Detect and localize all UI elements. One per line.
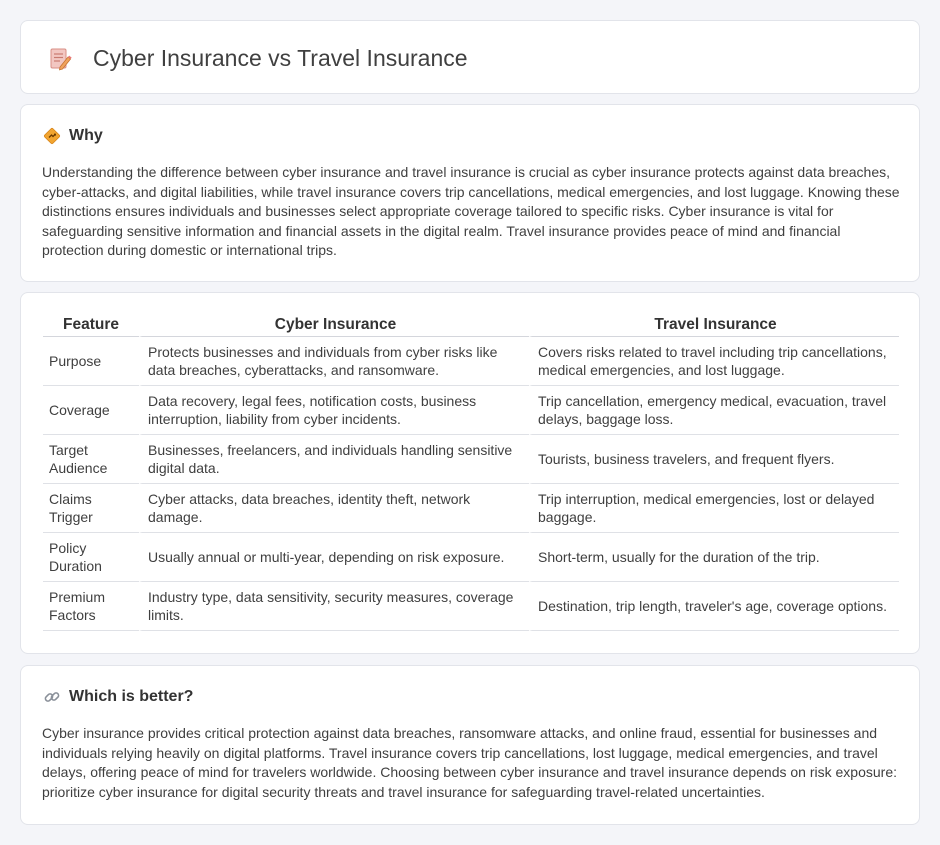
header-card: Cyber Insurance vs Travel Insurance — [20, 20, 920, 94]
better-heading-row: Which is better? — [43, 688, 193, 706]
cyber-cell: Protects businesses and individuals from… — [139, 337, 529, 386]
cyber-cell: Cyber attacks, data breaches, identity t… — [139, 484, 529, 533]
document-pencil-icon — [50, 48, 72, 70]
why-heading: Why — [69, 127, 103, 144]
travel-cell: Covers risks related to travel including… — [529, 337, 899, 386]
travel-cell: Trip cancellation, emergency medical, ev… — [529, 386, 899, 435]
table-row: Purpose Protects businesses and individu… — [43, 337, 899, 386]
diamond-sign-icon — [44, 128, 60, 144]
feature-cell: Target Audience — [43, 435, 139, 484]
cyber-cell: Data recovery, legal fees, notification … — [139, 386, 529, 435]
travel-cell: Tourists, business travelers, and freque… — [529, 435, 899, 484]
table-row: Claims Trigger Cyber attacks, data breac… — [43, 484, 899, 533]
comparison-card: Feature Cyber Insurance Travel Insurance… — [20, 292, 920, 654]
feature-cell: Premium Factors — [43, 582, 139, 631]
better-heading: Which is better? — [69, 688, 194, 705]
feature-cell: Claims Trigger — [43, 484, 139, 533]
table-row: Premium Factors Industry type, data sens… — [43, 582, 899, 631]
feature-cell: Policy Duration — [43, 533, 139, 582]
cyber-cell: Businesses, freelancers, and individuals… — [139, 435, 529, 484]
which-is-better-section: Which is better? Cyber insurance provide… — [20, 665, 920, 825]
link-icon — [44, 692, 60, 702]
column-header-travel: Travel Insurance — [529, 315, 899, 337]
why-section: Why Understanding the difference between… — [20, 104, 920, 282]
travel-cell: Destination, trip length, traveler's age… — [529, 582, 899, 631]
page-title: Cyber Insurance vs Travel Insurance — [93, 45, 468, 71]
cyber-cell: Usually annual or multi-year, depending … — [139, 533, 529, 582]
table-header-row: Feature Cyber Insurance Travel Insurance — [43, 315, 899, 337]
travel-cell: Trip interruption, medical emergencies, … — [529, 484, 899, 533]
comparison-table: Feature Cyber Insurance Travel Insurance… — [43, 315, 899, 631]
table-row: Policy Duration Usually annual or multi-… — [43, 533, 899, 582]
travel-cell: Short-term, usually for the duration of … — [529, 533, 899, 582]
title-row: Cyber Insurance vs Travel Insurance — [47, 45, 468, 72]
why-heading-row: Why — [43, 127, 103, 145]
feature-cell: Purpose — [43, 337, 139, 386]
table-row: Target Audience Businesses, freelancers,… — [43, 435, 899, 484]
column-header-cyber: Cyber Insurance — [139, 315, 529, 337]
better-text: Cyber insurance provides critical protec… — [42, 725, 897, 800]
why-text: Understanding the difference between cyb… — [42, 164, 900, 259]
table-row: Coverage Data recovery, legal fees, noti… — [43, 386, 899, 435]
cyber-cell: Industry type, data sensitivity, securit… — [139, 582, 529, 631]
feature-cell: Coverage — [43, 386, 139, 435]
column-header-feature: Feature — [43, 315, 139, 337]
